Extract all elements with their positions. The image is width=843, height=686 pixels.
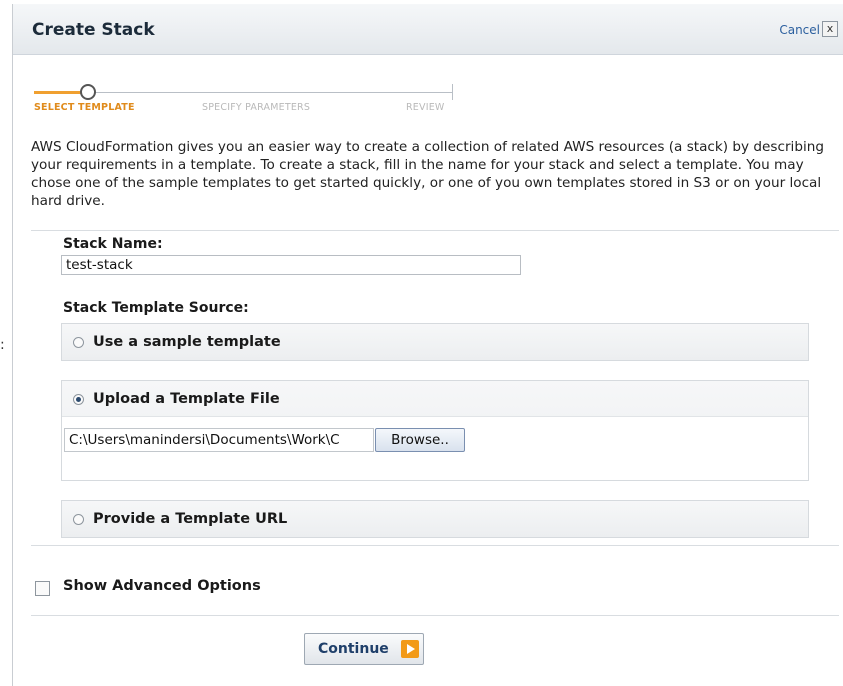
option-sample-template[interactable]: Use a sample template (61, 323, 809, 361)
divider (31, 230, 839, 231)
continue-button-label: Continue (318, 641, 389, 657)
wizard-track-end (452, 84, 453, 100)
dialog-title: Create Stack (32, 20, 155, 40)
sample-template-label[interactable]: Use a sample template (93, 334, 281, 350)
divider (31, 615, 839, 616)
wizard-progress-line (34, 91, 84, 94)
arrow-right-icon (401, 640, 419, 658)
template-url-radio[interactable] (73, 514, 84, 525)
cancel-link[interactable]: Cancel (779, 23, 820, 37)
upload-template-label[interactable]: Upload a Template File (93, 391, 280, 407)
wizard-track-line (85, 92, 452, 93)
dialog-header: Create Stack Cancel x (13, 4, 843, 55)
close-icon[interactable]: x (822, 21, 838, 37)
upload-template-body: C:\Users\manindersi\Documents\Work\C Bro… (62, 416, 808, 480)
option-sample-template-header[interactable]: Use a sample template (62, 324, 808, 360)
wizard-step-specify-parameters: SPECIFY PARAMETERS (202, 102, 311, 113)
description-text: AWS CloudFormation gives you an easier w… (31, 139, 824, 209)
upload-template-radio[interactable] (73, 394, 84, 405)
option-template-url[interactable]: Provide a Template URL (61, 500, 809, 538)
stack-name-label: Stack Name: (63, 236, 163, 252)
sample-template-radio[interactable] (73, 337, 84, 348)
divider (31, 545, 839, 546)
wizard-current-step-marker (80, 84, 96, 100)
stray-colon: : (0, 337, 5, 353)
wizard-step-review: REVIEW (406, 102, 445, 113)
option-template-url-header[interactable]: Provide a Template URL (62, 501, 808, 537)
template-source-label: Stack Template Source: (63, 300, 249, 316)
create-stack-dialog: Create Stack Cancel x SELECT TEMPLATE SP… (12, 4, 843, 686)
option-upload-template-header[interactable]: Upload a Template File (62, 381, 808, 417)
option-upload-template[interactable]: Upload a Template File C:\Users\maninder… (61, 380, 809, 481)
browse-button[interactable]: Browse.. (375, 428, 465, 452)
show-advanced-checkbox[interactable] (35, 581, 50, 596)
file-path-input[interactable]: C:\Users\manindersi\Documents\Work\C (64, 428, 374, 452)
template-url-label[interactable]: Provide a Template URL (93, 511, 287, 527)
continue-button[interactable]: Continue (304, 633, 424, 665)
show-advanced-label[interactable]: Show Advanced Options (63, 578, 261, 594)
wizard-progress: SELECT TEMPLATE SPECIFY PARAMETERS REVIE… (13, 74, 473, 119)
wizard-step-select-template: SELECT TEMPLATE (34, 102, 135, 113)
stack-name-input[interactable]: test-stack (61, 255, 521, 275)
